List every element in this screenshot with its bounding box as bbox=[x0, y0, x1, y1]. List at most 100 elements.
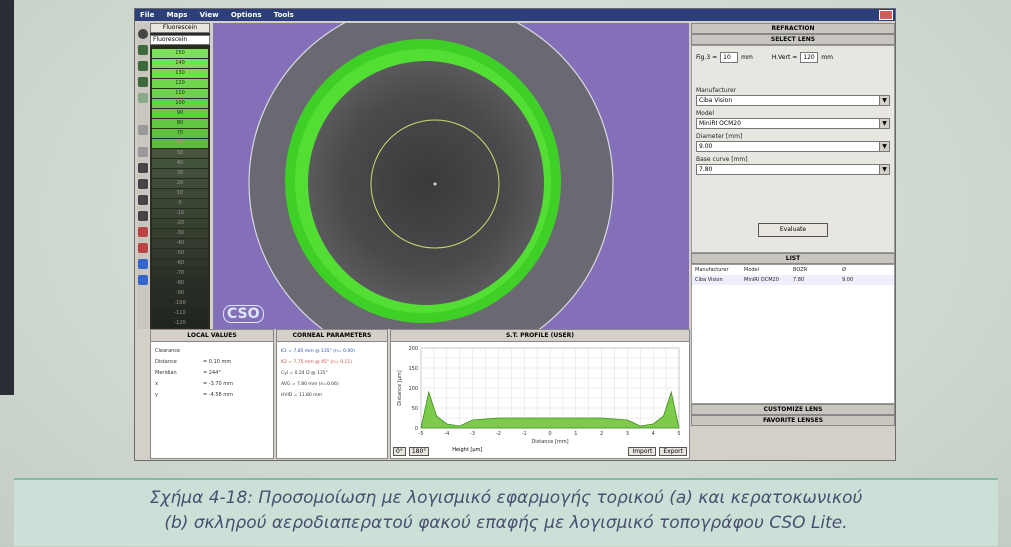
center-marker bbox=[433, 182, 437, 186]
local-value-label: y bbox=[155, 392, 158, 398]
base-curve-select[interactable]: 7.80 ▼ bbox=[696, 164, 890, 175]
menu-options[interactable]: Options bbox=[226, 9, 267, 21]
pointer-icon[interactable] bbox=[138, 163, 148, 173]
local-value-value: = -3.70 mm bbox=[203, 381, 234, 387]
move-icon[interactable] bbox=[138, 77, 148, 87]
list-header[interactable]: LIST bbox=[691, 253, 895, 264]
profile-panel: S.T. PROFILE (USER) 200 150 100 50 0 -5 -4 -3 -2… bbox=[390, 329, 690, 459]
zoom-icon[interactable] bbox=[138, 45, 148, 55]
lens-table-header: Manufacturer Model BOZR Ø bbox=[692, 265, 894, 275]
hand-icon[interactable] bbox=[138, 179, 148, 189]
menu-maps[interactable]: Maps bbox=[162, 9, 193, 21]
scale-swatch: 10 bbox=[152, 189, 208, 198]
scale-swatch: 20 bbox=[152, 179, 208, 188]
scale-swatch: 0 bbox=[152, 199, 208, 208]
figure-caption: Σχήμα 4-18: Προσομοίωση με λογισμικό εφα… bbox=[14, 478, 998, 546]
meridian-0-button[interactable]: 0° bbox=[393, 447, 406, 456]
corneal-parameters-panel: CORNEAL PARAMETERS K1 = 7.85 mm @ 135° (… bbox=[276, 329, 388, 459]
scale-swatch: -20 bbox=[152, 219, 208, 228]
scale-swatch: -60 bbox=[152, 259, 208, 268]
scale-swatch: 70 bbox=[152, 129, 208, 138]
scale-swatch: -30 bbox=[152, 229, 208, 238]
color-scale-panel: Fluorescein Fluorescein 150 140 130 120 110 1… bbox=[150, 23, 210, 329]
scale-swatch: 120 bbox=[152, 79, 208, 88]
close-icon[interactable] bbox=[879, 10, 893, 20]
lens-table: Manufacturer Model BOZR Ø Ciba Vision Mi… bbox=[691, 264, 895, 404]
menu-tools[interactable]: Tools bbox=[269, 9, 299, 21]
scale-swatch: -120 bbox=[152, 319, 208, 328]
model-value: MiniRI OCM20 bbox=[699, 120, 741, 127]
scale-swatch: 100 bbox=[152, 99, 208, 108]
scale-swatch: 60 bbox=[152, 139, 208, 148]
map-mode-select[interactable]: Fluorescein bbox=[150, 35, 210, 45]
ruler-icon[interactable] bbox=[138, 227, 148, 237]
map-mode-button[interactable]: Fluorescein bbox=[150, 23, 210, 33]
col-diameter: Ø bbox=[842, 267, 846, 273]
diameter-select[interactable]: 9.00 ▼ bbox=[696, 141, 890, 152]
target-icon[interactable] bbox=[138, 275, 148, 285]
diameter-value: 9.00 bbox=[699, 143, 713, 150]
fit-row: Fig.3 = 10 mm H.Vert = 120 mm bbox=[696, 52, 890, 63]
scale-swatch: -10 bbox=[152, 209, 208, 218]
tool-strip bbox=[137, 23, 149, 329]
pen-icon[interactable] bbox=[138, 125, 148, 135]
select-lens-header[interactable]: SELECT LENS bbox=[691, 34, 895, 45]
x-tick-label: 0 bbox=[548, 431, 551, 437]
cell-bozr: 7.80 bbox=[793, 277, 805, 283]
favorite-lenses-header[interactable]: FAVORITE LENSES bbox=[691, 415, 895, 426]
x-tick-label: 4 bbox=[652, 431, 655, 437]
menu-file[interactable]: File bbox=[135, 9, 159, 21]
cell-model: MiniRI OCM20 bbox=[744, 277, 779, 283]
fit-input-2[interactable]: 120 bbox=[800, 52, 819, 63]
circle-tool-icon[interactable] bbox=[138, 29, 148, 39]
scale-swatch: -40 bbox=[152, 239, 208, 248]
x-tick-label: -5 bbox=[419, 431, 424, 437]
caption-line-1: Σχήμα 4-18: Προσομοίωση με λογισμικό εφα… bbox=[149, 488, 863, 508]
scale-swatch: 150 bbox=[152, 49, 208, 58]
cross-icon[interactable] bbox=[138, 93, 148, 103]
color-scale: 150 140 130 120 110 100 90 80 70 60 50 40 30 20 10 0 -10… bbox=[152, 49, 208, 328]
scale-swatch: 40 bbox=[152, 159, 208, 168]
scale-swatch: 90 bbox=[152, 109, 208, 118]
local-value-row: Clearance bbox=[151, 346, 273, 357]
scale-swatch: 30 bbox=[152, 169, 208, 178]
angle-icon[interactable] bbox=[138, 243, 148, 253]
lock-icon[interactable] bbox=[138, 211, 148, 221]
lens-center-area bbox=[308, 61, 544, 305]
model-select[interactable]: MiniRI OCM20 ▼ bbox=[696, 118, 890, 129]
scale-swatch: -100 bbox=[152, 299, 208, 308]
refraction-header[interactable]: REFRACTION bbox=[691, 23, 895, 34]
local-values-panel: LOCAL VALUES Clearance Distance = 0.10 mm M… bbox=[150, 329, 274, 459]
import-button[interactable]: Import bbox=[628, 447, 657, 456]
fit-input-1[interactable]: 10 bbox=[720, 52, 739, 63]
fluorescein-map[interactable]: CSO bbox=[213, 23, 689, 329]
bottom-panels: LOCAL VALUES Clearance Distance = 0.10 mm M… bbox=[150, 329, 690, 459]
corneal-parameter-row: K1 = 7.85 mm @ 135° (n= 0.00) bbox=[281, 349, 355, 354]
scale-swatch: -50 bbox=[152, 249, 208, 258]
evaluate-button[interactable]: Evaluate bbox=[758, 223, 828, 237]
grid-icon[interactable] bbox=[138, 147, 148, 157]
rotate-icon[interactable] bbox=[138, 61, 148, 71]
table-row[interactable]: Ciba Vision MiniRI OCM20 7.80 9.00 bbox=[692, 275, 894, 285]
scale-swatch: -110 bbox=[152, 309, 208, 318]
customize-lens-header[interactable]: CUSTOMIZE LENS bbox=[691, 404, 895, 415]
meridian-180-button[interactable]: 180° bbox=[408, 447, 430, 456]
local-value-row: Meridian = 244° bbox=[151, 368, 273, 379]
profile-title: S.T. PROFILE (USER) bbox=[391, 330, 689, 342]
plus-icon[interactable] bbox=[138, 259, 148, 269]
x-tick-label: 1 bbox=[574, 431, 577, 437]
x-tick-label: -3 bbox=[470, 431, 475, 437]
scale-swatch: 140 bbox=[152, 59, 208, 68]
menu-view[interactable]: View bbox=[195, 9, 224, 21]
manufacturer-select[interactable]: Ciba Vision ▼ bbox=[696, 95, 890, 106]
y-tick-label: 100 bbox=[408, 386, 418, 392]
manufacturer-label: Manufacturer bbox=[696, 87, 737, 94]
scale-swatch: 110 bbox=[152, 89, 208, 98]
select-lens-form: Fig.3 = 10 mm H.Vert = 120 mm Manufactur… bbox=[691, 45, 895, 253]
cell-diameter: 9.00 bbox=[842, 277, 854, 283]
eye-icon[interactable] bbox=[138, 195, 148, 205]
x-tick-label: 2 bbox=[600, 431, 603, 437]
y-tick-label: 150 bbox=[408, 366, 418, 372]
export-button[interactable]: Export bbox=[659, 447, 687, 456]
local-values-rows: Clearance Distance = 0.10 mm Meridian = 244°… bbox=[151, 342, 273, 401]
